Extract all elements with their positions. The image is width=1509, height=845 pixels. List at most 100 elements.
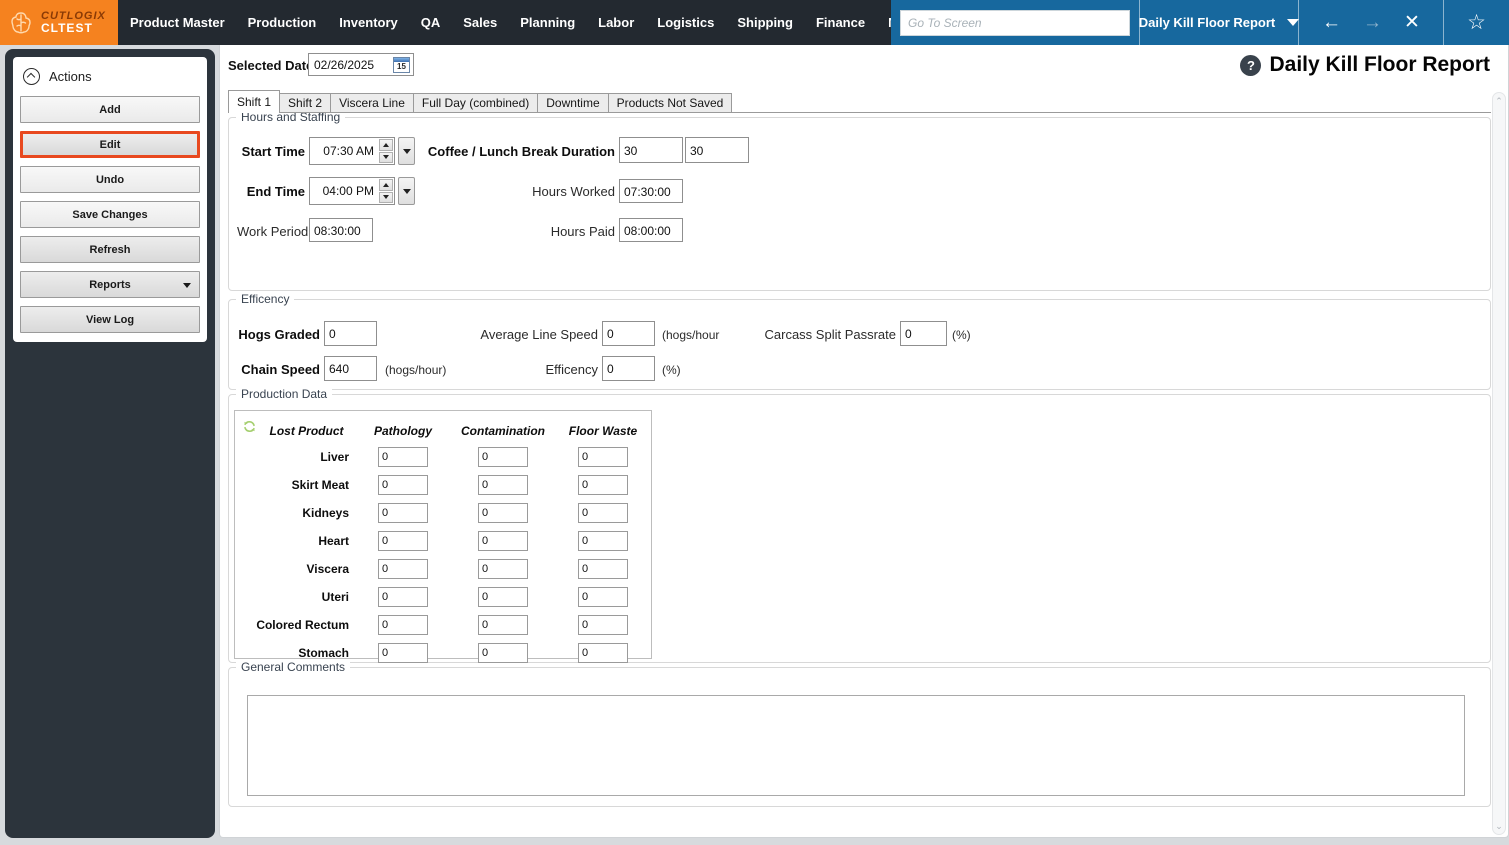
tab[interactable]: Full Day (combined) xyxy=(414,93,538,113)
selected-date-picker[interactable]: 02/26/2025 15 xyxy=(308,53,414,76)
pathology-input[interactable] xyxy=(378,643,428,663)
group-legend: Efficency xyxy=(236,292,294,306)
menu-item[interactable]: Logistics xyxy=(657,15,714,30)
go-to-screen-input[interactable] xyxy=(900,10,1130,36)
efficiency-input[interactable] xyxy=(602,356,655,381)
tab-strip: Shift 1 Shift 2 Viscera Line Full Day (c… xyxy=(228,90,732,113)
break-duration-input-1[interactable] xyxy=(619,137,683,163)
menu-item[interactable]: Product Master xyxy=(130,15,225,30)
floor-waste-input[interactable] xyxy=(578,447,628,467)
favorite-star-icon[interactable]: ☆ xyxy=(1467,12,1486,33)
general-comments-textarea[interactable] xyxy=(247,695,1465,796)
contamination-input[interactable] xyxy=(478,587,528,607)
floor-waste-input[interactable] xyxy=(578,643,628,663)
contamination-input[interactable] xyxy=(478,615,528,635)
scroll-down-icon[interactable]: ⌄ xyxy=(1493,821,1505,831)
floor-waste-input[interactable] xyxy=(578,475,628,495)
end-time-down-button[interactable] xyxy=(379,192,393,204)
vertical-scrollbar[interactable]: ⌃ ⌄ xyxy=(1492,92,1506,835)
floor-waste-input[interactable] xyxy=(578,587,628,607)
help-icon[interactable]: ? xyxy=(1240,55,1261,76)
lost-product-table: Lost Product Pathology Contamination Flo… xyxy=(234,410,652,659)
hours-worked-input[interactable] xyxy=(619,179,683,203)
action-button[interactable]: Refresh xyxy=(20,236,200,263)
contamination-input[interactable] xyxy=(478,559,528,579)
menu-item[interactable]: Production xyxy=(248,15,317,30)
column-header: Floor Waste xyxy=(578,424,628,438)
start-time-dropdown-button[interactable] xyxy=(398,137,415,165)
pathology-input[interactable] xyxy=(378,503,428,523)
start-time-picker[interactable]: 07:30 AM xyxy=(309,137,395,165)
main-content: Selected Date 02/26/2025 15 ? Daily Kill… xyxy=(219,45,1509,838)
end-time-value: 04:00 PM xyxy=(310,178,378,204)
work-period-input[interactable] xyxy=(309,218,373,242)
screen-selector-dropdown[interactable]: Daily Kill Floor Report xyxy=(1140,0,1298,45)
tab[interactable]: Shift 2 xyxy=(280,93,331,113)
menu-item[interactable]: Sales xyxy=(463,15,497,30)
hours-worked-label: Hours Worked xyxy=(415,184,615,199)
break-duration-input-2[interactable] xyxy=(685,137,749,163)
menu-item[interactable]: QA xyxy=(421,15,441,30)
pathology-input[interactable] xyxy=(378,587,428,607)
calendar-icon[interactable]: 15 xyxy=(393,57,410,73)
forward-arrow-icon[interactable]: → xyxy=(1363,13,1382,32)
action-button[interactable]: Save Changes xyxy=(20,201,200,228)
tab[interactable]: Viscera Line xyxy=(331,93,414,113)
back-arrow-icon[interactable]: ← xyxy=(1322,13,1341,32)
sidebar: Actions Add Edit Undo Save Changes xyxy=(5,49,215,838)
menu-item[interactable]: Finance xyxy=(816,15,865,30)
close-icon[interactable]: ✕ xyxy=(1404,13,1420,32)
contamination-input[interactable] xyxy=(478,531,528,551)
table-row: Heart xyxy=(235,527,651,555)
menu-item[interactable]: Inventory xyxy=(339,15,398,30)
end-time-picker[interactable]: 04:00 PM xyxy=(309,177,395,205)
toolbar: Daily Kill Floor Report ← → ✕ ☆ xyxy=(891,0,1509,45)
tab[interactable]: Products Not Saved xyxy=(609,93,733,113)
average-line-speed-unit: (hogs/hour xyxy=(662,328,719,342)
hogs-graded-input[interactable] xyxy=(324,321,377,346)
floor-waste-input[interactable] xyxy=(578,531,628,551)
contamination-input[interactable] xyxy=(478,503,528,523)
menu-item[interactable]: Labor xyxy=(598,15,634,30)
tab[interactable]: Downtime xyxy=(538,93,608,113)
floor-waste-input[interactable] xyxy=(578,559,628,579)
table-row: Skirt Meat xyxy=(235,471,651,499)
chain-speed-input[interactable] xyxy=(324,356,377,381)
collapse-chevron-icon[interactable] xyxy=(23,68,40,85)
scroll-up-icon[interactable]: ⌃ xyxy=(1493,96,1505,106)
contamination-input[interactable] xyxy=(478,475,528,495)
pathology-input[interactable] xyxy=(378,615,428,635)
end-time-up-button[interactable] xyxy=(379,179,393,191)
action-button[interactable]: Undo xyxy=(20,166,200,193)
row-label: Stomach xyxy=(235,646,378,660)
action-button[interactable]: View Log xyxy=(20,306,200,333)
menu-item[interactable]: Shipping xyxy=(737,15,793,30)
start-time-label: Start Time xyxy=(237,144,305,159)
pathology-input[interactable] xyxy=(378,559,428,579)
contamination-input[interactable] xyxy=(478,447,528,467)
tab-label: Downtime xyxy=(546,96,599,110)
refresh-icon[interactable] xyxy=(243,420,256,433)
tab[interactable]: Shift 1 xyxy=(228,90,280,113)
start-time-down-button[interactable] xyxy=(379,152,393,164)
app-logo[interactable]: CUTLOGIX CLTEST xyxy=(0,0,118,45)
average-line-speed-input[interactable] xyxy=(602,321,655,346)
contamination-input[interactable] xyxy=(478,643,528,663)
pathology-input[interactable] xyxy=(378,475,428,495)
action-button[interactable]: Reports xyxy=(20,271,200,298)
start-time-up-button[interactable] xyxy=(379,139,393,151)
carcass-split-passrate-input[interactable] xyxy=(900,321,947,346)
floor-waste-input[interactable] xyxy=(578,615,628,635)
end-time-dropdown-button[interactable] xyxy=(398,177,415,205)
menu-item[interactable]: Planning xyxy=(520,15,575,30)
pathology-input[interactable] xyxy=(378,531,428,551)
action-button[interactable]: Edit xyxy=(20,131,200,158)
pathology-input[interactable] xyxy=(378,447,428,467)
hours-paid-input[interactable] xyxy=(619,218,683,242)
action-button[interactable]: Add xyxy=(20,96,200,123)
page-title: Daily Kill Floor Report xyxy=(1269,53,1490,77)
floor-waste-input[interactable] xyxy=(578,503,628,523)
chain-speed-unit: (hogs/hour) xyxy=(385,363,446,377)
action-button-label: View Log xyxy=(86,314,134,326)
production-data-group: Production Data Lost Product Pathology C… xyxy=(228,394,1491,663)
